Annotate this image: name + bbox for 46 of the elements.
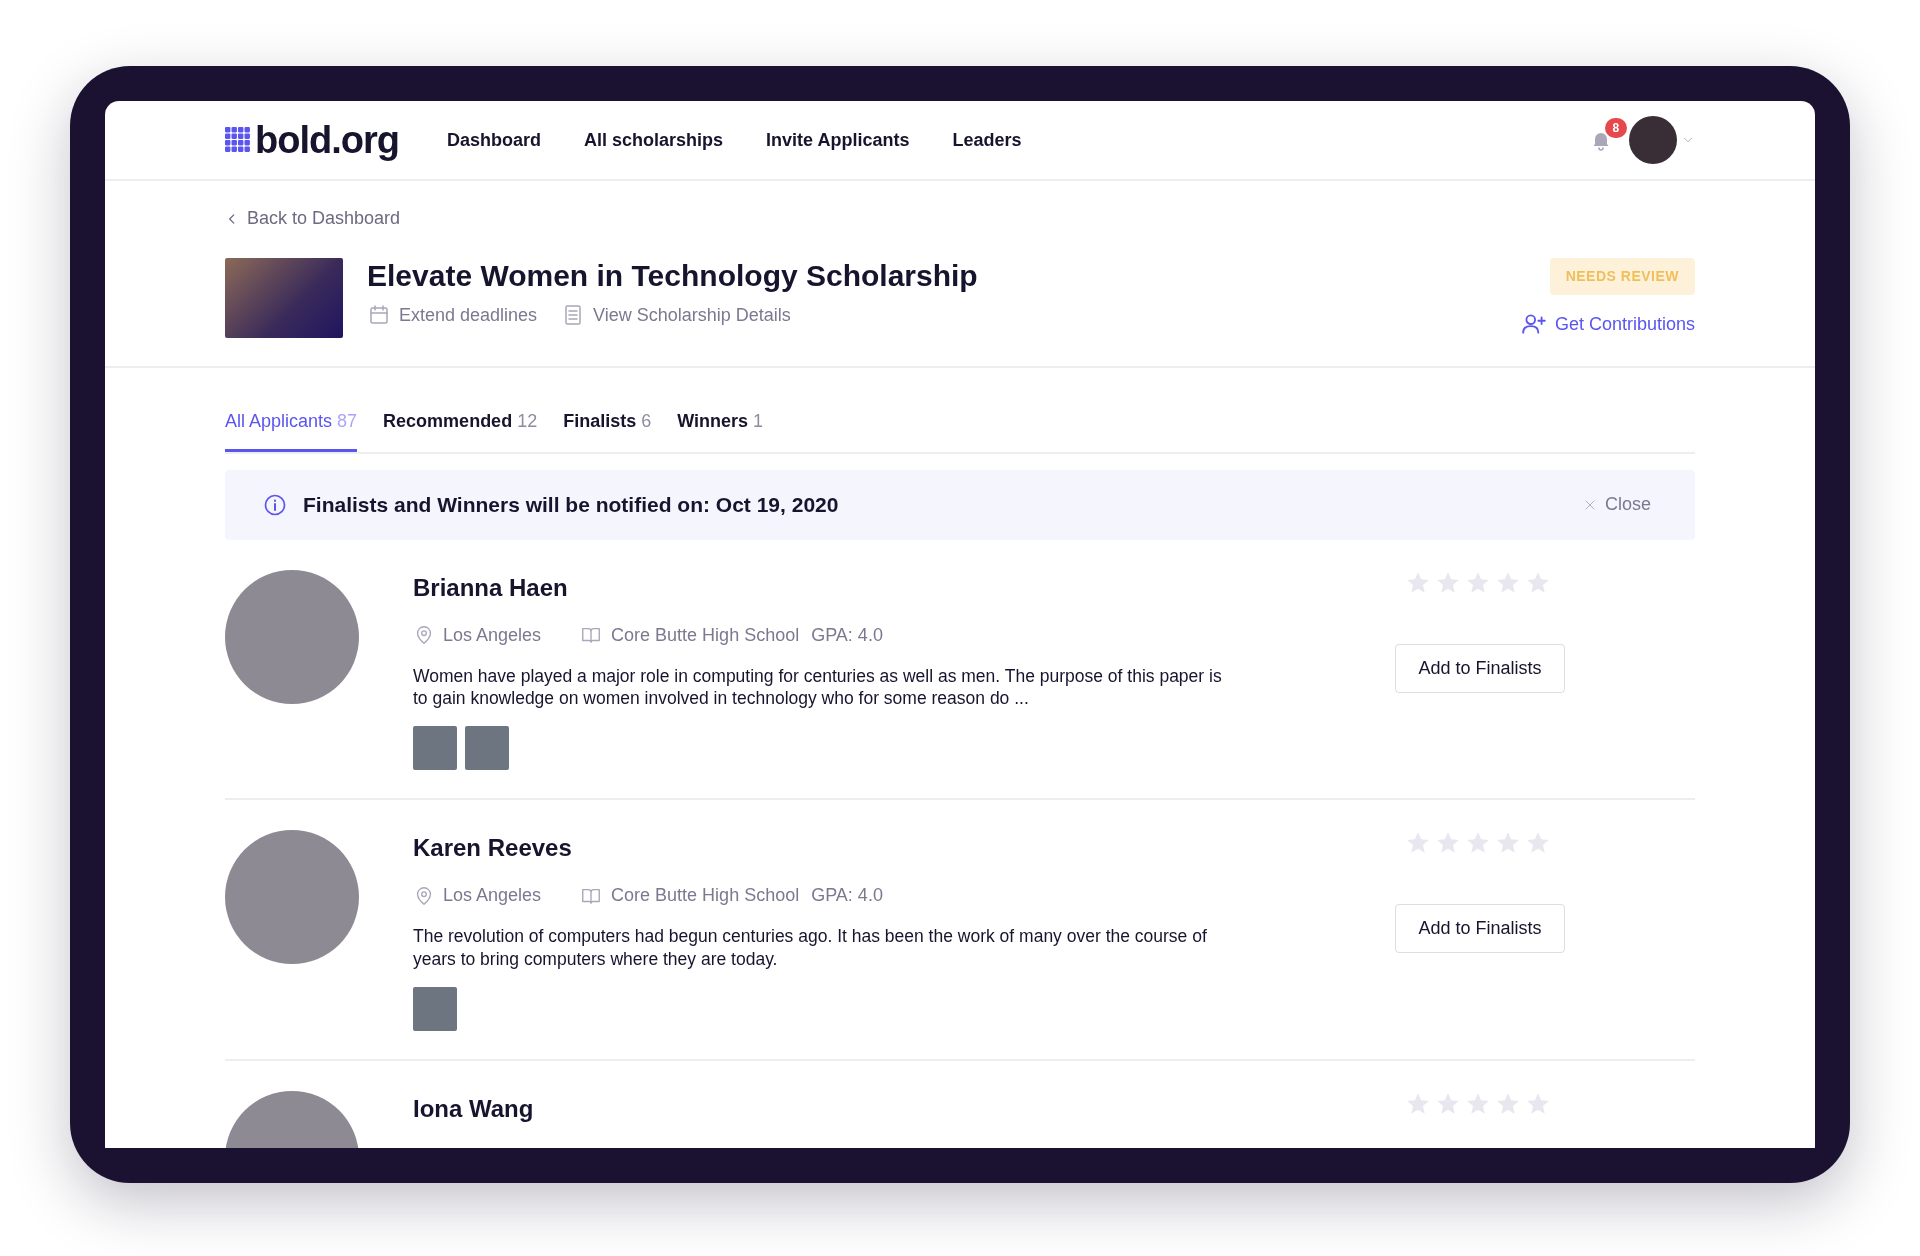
add-to-finalists-button[interactable]: Add to Finalists (1395, 643, 1565, 693)
add-to-finalists-button[interactable]: Add to Finalists (1395, 904, 1565, 953)
info-icon (263, 492, 287, 517)
tab[interactable]: Winners 1 (677, 407, 764, 452)
notice-text: Finalists and Winners will be notified on: Oct 19, 2020 (303, 491, 839, 518)
nav-link[interactable]: Invite Applicants (766, 126, 910, 154)
profile-menu-button[interactable] (1629, 116, 1695, 164)
applicant-city: Los Angeles (443, 884, 542, 907)
star-icon (1435, 830, 1461, 856)
get-contributions-link[interactable]: Get Contributions (1520, 310, 1695, 338)
logo[interactable]: bold.org (255, 111, 399, 169)
dot-grid-icon (225, 127, 251, 153)
nav-link[interactable]: All scholarships (584, 126, 724, 154)
back-link[interactable]: Back to Dashboard (225, 205, 401, 232)
notification-count: 8 (1604, 117, 1627, 138)
applicant-gpa: GPA: 4.0 (811, 884, 883, 907)
applicant-name: Iona Wang (413, 1093, 535, 1124)
attachment-thumbnail[interactable] (413, 986, 457, 1031)
applicant-name: Karen Reeves (413, 833, 573, 863)
tab[interactable]: All Applicants 87 (225, 407, 358, 452)
applicant-gpa: GPA: 4.0 (811, 623, 883, 647)
essay-excerpt: The revolution of computers had begun centuries ago. It has been the work of many over the course of years to bring computers where they are today. (413, 925, 1208, 971)
essay-excerpt: Women have played a major role in computing for centuries as well as men. The purpose of this paper is to gain knowledge on women involved in technology who for some reason do ... (413, 664, 1223, 710)
attachment-thumbnail[interactable] (465, 726, 509, 770)
star-icon (1495, 830, 1521, 856)
tab[interactable]: Finalists 6 (563, 407, 652, 452)
action-link[interactable]: Extend deadlines (367, 301, 538, 329)
applicant-name: Brianna Haen (413, 572, 569, 603)
attachment-thumbnail[interactable] (413, 726, 457, 770)
nav-link[interactable]: Leaders (952, 126, 1022, 154)
nav-link[interactable]: Dashboard (446, 126, 541, 154)
star-icon (1465, 830, 1491, 856)
scholarship-title: Elevate Women in Technology Scholarship (367, 257, 978, 294)
applicant-city: Los Angeles (443, 623, 542, 647)
applicant-school: Core Butte High School (611, 623, 800, 647)
calendar-icon (367, 303, 391, 327)
action-link[interactable]: View Scholarship Details (561, 301, 791, 329)
avatar-circle (1629, 116, 1677, 164)
tab[interactable]: Recommended 12 (383, 407, 538, 452)
close-button[interactable]: Close (1576, 490, 1657, 519)
status-badge: NEEDS REVIEW (1549, 257, 1695, 295)
add-person-icon (1520, 311, 1547, 337)
applicant-school: Core Butte High School (611, 884, 800, 907)
star-icon (1405, 830, 1431, 856)
close-icon (1582, 497, 1597, 512)
star-icon (1525, 830, 1551, 856)
